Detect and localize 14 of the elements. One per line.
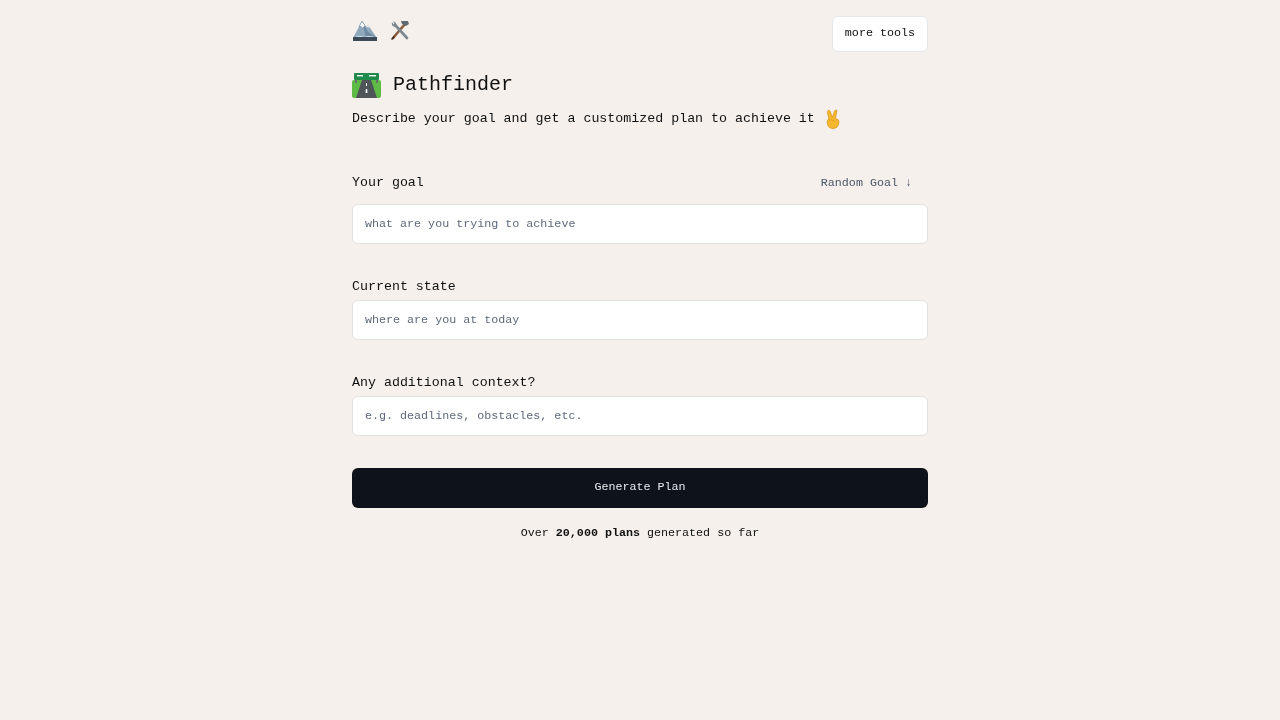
generate-plan-button[interactable]: Generate Plan	[352, 468, 928, 508]
text-input[interactable]: where are you at today	[352, 300, 928, 340]
text-input[interactable]: what are you trying to achieve	[352, 204, 928, 244]
more-tools-button[interactable]: more tools	[831, 16, 928, 52]
road-icon	[352, 72, 381, 98]
random-goal-button[interactable]: Random Goal ↓	[804, 165, 928, 201]
snowy-mountain-icon[interactable]	[352, 18, 378, 42]
field-label: Current state	[352, 278, 456, 296]
field-label: Your goal	[352, 174, 424, 192]
field-label: Any additional context?	[352, 374, 536, 392]
page-title: Pathfinder	[393, 72, 514, 98]
plans-count-text: Over 20,000 plans generated so far	[520, 525, 760, 542]
subtitle-text: Describe your goal and get a customized plan to achieve it	[352, 110, 815, 128]
text-input[interactable]: e.g. deadlines, obstacles, etc.	[352, 396, 928, 436]
